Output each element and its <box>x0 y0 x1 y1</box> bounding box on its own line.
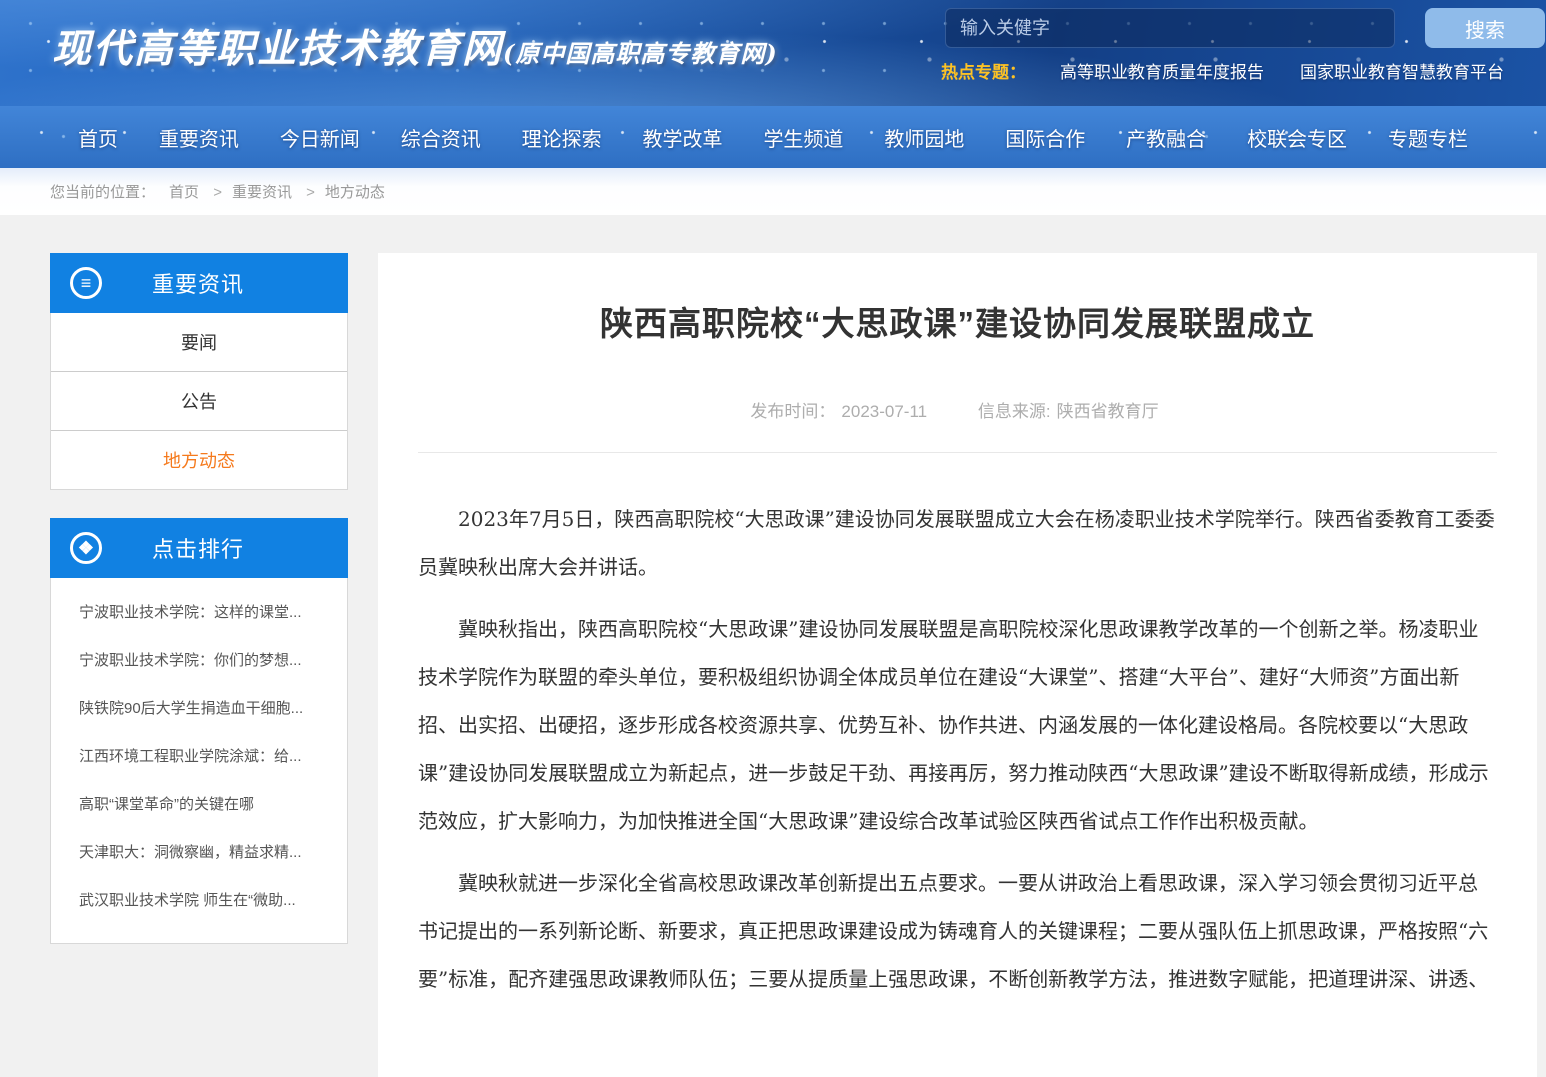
nav-item[interactable]: 校联会专区 <box>1247 123 1347 152</box>
nav-item[interactable]: 首页 <box>78 123 118 152</box>
hot-topics-label: 热点专题： <box>941 58 1026 83</box>
sidebar-menu-title: 重要资讯 <box>102 267 294 299</box>
sidebar-menu-item[interactable]: 地方动态 <box>51 430 347 489</box>
sidebar-menu-item[interactable]: 要闻 <box>51 312 347 371</box>
nav-item[interactable]: 重要资讯 <box>159 123 239 152</box>
meta-divider <box>418 452 1497 453</box>
sidebar: ≡ 重要资讯 要闻 公告 地方动态 ❖ 点击排行 宁波 <box>50 253 348 944</box>
article-title: 陕西高职院校“大思政课”建设协同发展联盟成立 <box>418 297 1497 345</box>
info-source-label: 信息来源: <box>978 402 1051 421</box>
nav-item[interactable]: 理论探索 <box>522 123 602 152</box>
search-input[interactable] <box>945 8 1395 48</box>
main-nav: 首页 重要资讯 今日新闻 综合资讯 理论探索 教学改革 学生频道 教师园地 国际… <box>0 106 1546 168</box>
site-logo-sub: (原中国高职高专教育网) <box>503 39 778 68</box>
breadcrumb: 您当前的位置： 首页 重要资讯 地方动态 <box>0 168 1546 215</box>
article-paragraph: 冀映秋就进一步深化全省高校思政课改革创新提出五点要求。一要从讲政治上看思政课，深… <box>418 859 1497 1003</box>
ranking-item[interactable]: 江西环境工程职业学院涂斌：给... <box>51 733 347 781</box>
breadcrumb-path: 首页 重要资讯 地方动态 <box>169 181 385 202</box>
ranking-list: 宁波职业技术学院：这样的课堂... 宁波职业技术学院：你们的梦想... 陕铁院9… <box>51 577 347 925</box>
publish-time-label: 发布时间： <box>750 402 835 421</box>
content-area: ≡ 重要资讯 要闻 公告 地方动态 ❖ 点击排行 宁波 <box>50 253 1537 1077</box>
ranking-item[interactable]: 宁波职业技术学院：这样的课堂... <box>51 589 347 637</box>
breadcrumb-crumb[interactable]: 地方动态 <box>296 184 385 201</box>
article-paragraph: 冀映秋指出，陕西高职院校“大思政课”建设协同发展联盟是高职院校深化思政课教学改革… <box>418 605 1497 845</box>
nav-item[interactable]: 教师园地 <box>884 123 964 152</box>
nav-item[interactable]: 国际合作 <box>1005 123 1085 152</box>
sidebar-menu-card: ≡ 重要资讯 要闻 公告 地方动态 <box>50 253 348 490</box>
site-header: 现代高等职业技术教育网(原中国高职高专教育网) 搜索 热点专题： 高等职业教育质… <box>0 0 1546 106</box>
site-logo-main: 现代高等职业技术教育网 <box>52 26 503 72</box>
breadcrumb-label: 您当前的位置： <box>50 181 155 202</box>
site-logo[interactable]: 现代高等职业技术教育网(原中国高职高专教育网) <box>52 18 778 74</box>
nav-item[interactable]: 今日新闻 <box>280 123 360 152</box>
nav-item[interactable]: 教学改革 <box>643 123 723 152</box>
hot-topic-link[interactable]: 高等职业教育质量年度报告 <box>1060 58 1264 83</box>
publish-time: 发布时间： 2023-07-11 <box>750 402 933 421</box>
nav-item[interactable]: 学生频道 <box>763 123 843 152</box>
nav-item[interactable]: 专题专栏 <box>1388 123 1468 152</box>
hot-topics-links: 高等职业教育质量年度报告 国家职业教育智慧教育平台 <box>1060 58 1504 83</box>
search-box <box>945 8 1395 48</box>
nav-item[interactable]: 综合资讯 <box>401 123 481 152</box>
sidebar-menu-header: ≡ 重要资讯 <box>50 253 348 313</box>
sidebar-menu-list: 要闻 公告 地方动态 <box>51 312 347 489</box>
breadcrumb-crumb[interactable]: 重要资讯 <box>203 184 292 201</box>
article-paragraph: 2023年7月5日，陕西高职院校“大思政课”建设协同发展联盟成立大会在杨凌职业技… <box>418 495 1497 591</box>
info-source-value: 陕西省教育厅 <box>1057 402 1159 421</box>
publish-time-value: 2023-07-11 <box>841 402 927 421</box>
nav-item[interactable]: 产教融合 <box>1126 123 1206 152</box>
hot-topic-link[interactable]: 国家职业教育智慧教育平台 <box>1300 58 1504 83</box>
breadcrumb-crumb[interactable]: 首页 <box>169 184 199 201</box>
search-button[interactable]: 搜索 <box>1425 8 1545 48</box>
ranking-item[interactable]: 高职“课堂革命”的关键在哪 <box>51 781 347 829</box>
article-body: 2023年7月5日，陕西高职院校“大思政课”建设协同发展联盟成立大会在杨凌职业技… <box>418 495 1497 1003</box>
sidebar-menu-item[interactable]: 公告 <box>51 371 347 430</box>
ranking-card: ❖ 点击排行 宁波职业技术学院：这样的课堂... 宁波职业技术学院：你们的梦想.… <box>50 518 348 944</box>
info-source: 信息来源: 陕西省教育厅 <box>978 402 1165 421</box>
ranking-item[interactable]: 天津职大：洞微察幽，精益求精... <box>51 829 347 877</box>
ranking-header: ❖ 点击排行 <box>50 518 348 578</box>
ranking-item[interactable]: 武汉职业技术学院 师生在“微助... <box>51 877 347 925</box>
article-panel: 陕西高职院校“大思政课”建设协同发展联盟成立 发布时间： 2023-07-11 信… <box>378 253 1537 1077</box>
ranking-item[interactable]: 宁波职业技术学院：你们的梦想... <box>51 637 347 685</box>
ranking-title: 点击排行 <box>102 532 294 564</box>
ranking-item[interactable]: 陕铁院90后大学生捐造血干细胞... <box>51 685 347 733</box>
article-meta: 发布时间： 2023-07-11 信息来源: 陕西省教育厅 <box>418 397 1497 422</box>
hot-topics-row: 热点专题： 高等职业教育质量年度报告 国家职业教育智慧教育平台 <box>941 58 1504 83</box>
list-circle-icon: ≡ <box>70 267 102 299</box>
diamonds-circle-icon: ❖ <box>70 532 102 564</box>
